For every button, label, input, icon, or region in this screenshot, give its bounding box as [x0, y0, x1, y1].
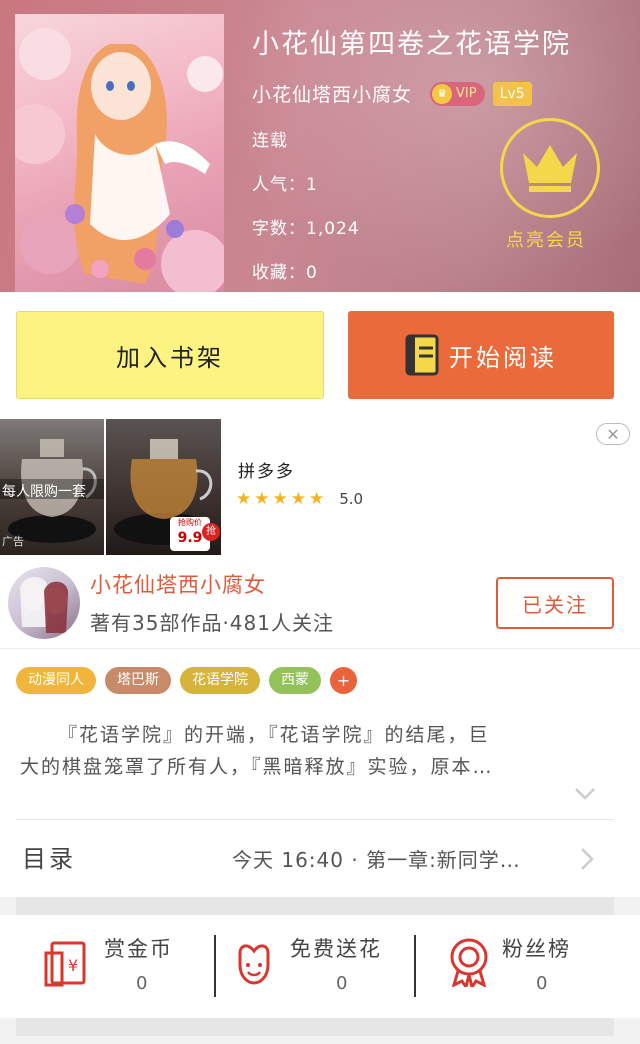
section-gap: [16, 1018, 614, 1036]
star-icon: ★: [236, 489, 252, 509]
synopsis-line: 『花语学院』的开端，『花语学院』的结尾，巨: [58, 724, 490, 746]
book-status: 连载: [252, 131, 288, 151]
author-card: 小花仙塔西小腐女 著有35部作品·481人关注 已关注 动漫同人 塔巴斯 花语学…: [0, 557, 640, 897]
tag-item[interactable]: 花语学院: [180, 667, 260, 694]
vip-badge: ♛ VIP: [430, 81, 485, 106]
star-icon: ★: [290, 489, 306, 509]
ad-image-1-sub: 广告: [2, 535, 24, 548]
stat-label: 粉丝榜: [502, 937, 571, 961]
star-icon: ★: [254, 489, 270, 509]
book-icon: [405, 334, 439, 376]
close-icon: ✕: [606, 424, 620, 444]
stat-value: 0: [536, 973, 548, 994]
divider: [16, 819, 614, 820]
level-badge: Lv5: [492, 81, 532, 106]
stat-label: 赏金币: [104, 937, 173, 961]
vip-crown-icon: ♛: [432, 83, 453, 104]
book-favorites: 收藏：0: [252, 263, 318, 283]
start-reading-label: 开始阅读: [449, 343, 557, 372]
action-row: 加入书架 开始阅读: [0, 292, 640, 417]
author-name[interactable]: 小花仙塔西小腐女: [252, 80, 412, 107]
support-bar: ¥ 赏金币 0 免费送花 0 粉丝榜 0: [0, 915, 640, 1018]
stat-value: 0: [136, 973, 148, 994]
ad-image-teapot-2[interactable]: 抢购价 9.9 抢: [106, 419, 221, 555]
medal-icon: [450, 938, 488, 987]
book-word-count: 字数：1,024: [252, 219, 360, 239]
membership-button[interactable]: [500, 118, 600, 218]
synopsis[interactable]: 『花语学院』的开端，『花语学院』的结尾，巨 大的棋盘笼罩了所有人，『黑暗释放』实…: [20, 719, 600, 783]
synopsis-line: 大的棋盘笼罩了所有人，『黑暗释放』实验，原本…: [20, 756, 494, 778]
membership-label[interactable]: 点亮会员: [506, 226, 586, 252]
ad-grab-badge: 抢: [202, 523, 220, 541]
add-tag-button[interactable]: +: [330, 667, 357, 694]
book-header: 小花仙第四卷之花语学院 小花仙塔西小腐女 ♛ VIP Lv5 连载 人气：1 字…: [0, 0, 640, 292]
ad-image-teapot-1[interactable]: 每人限购一套 广告: [0, 419, 104, 555]
toc-latest-chapter[interactable]: 今天 16:40 · 第一章:新同学…: [232, 844, 566, 873]
book-popularity: 人气：1: [252, 175, 318, 195]
author-line: 小花仙塔西小腐女 ♛ VIP Lv5: [252, 80, 532, 107]
crown-icon: [523, 145, 577, 192]
free-flower-item[interactable]: 免费送花 0: [216, 915, 414, 1018]
ad-advertiser-name[interactable]: 拼多多: [238, 457, 295, 482]
toc-label[interactable]: 目录: [22, 839, 76, 874]
avatar-image: [20, 577, 69, 633]
ad-banner[interactable]: 每人限购一套 广告 抢购价 9.9 抢 拼多多 ★ ★ ★ ★ ★ 5.0 ✕: [0, 417, 640, 557]
tag-item[interactable]: 西蒙: [269, 667, 321, 694]
stat-value: 0: [336, 973, 348, 994]
star-icon: ★: [272, 489, 288, 509]
svg-text:¥: ¥: [68, 956, 78, 975]
follow-button[interactable]: 已关注: [496, 577, 614, 629]
star-icon: ★: [309, 489, 325, 509]
ad-close-button[interactable]: ✕: [596, 423, 630, 445]
ad-image-1-text: 每人限购一套: [2, 484, 86, 500]
cover-illustration: [15, 28, 224, 292]
stat-label: 免费送花: [290, 937, 382, 961]
chevron-down-icon[interactable]: [574, 787, 596, 801]
fan-ranking-item[interactable]: 粉丝榜 0: [416, 915, 640, 1018]
tag-item[interactable]: 动漫同人: [16, 667, 96, 694]
red-envelope-icon: ¥: [44, 941, 86, 987]
tag-list: 动漫同人 塔巴斯 花语学院 西蒙 +: [16, 667, 357, 694]
chevron-right-icon[interactable]: [580, 847, 594, 871]
divider: [0, 648, 640, 649]
section-gap: [16, 897, 614, 915]
avatar[interactable]: [8, 567, 80, 639]
book-title: 小花仙第四卷之花语学院: [252, 29, 571, 60]
author-card-stats: 著有35部作品·481人关注: [90, 611, 334, 635]
tag-item[interactable]: 塔巴斯: [105, 667, 171, 694]
add-to-shelf-button[interactable]: 加入书架: [16, 311, 324, 399]
start-reading-button[interactable]: 开始阅读: [348, 311, 614, 399]
ad-rating: ★ ★ ★ ★ ★ 5.0: [236, 489, 363, 509]
author-card-name[interactable]: 小花仙塔西小腐女: [90, 569, 266, 599]
flower-icon: [238, 944, 270, 985]
vip-label: VIP: [456, 86, 477, 101]
ad-rating-value: 5.0: [339, 490, 364, 508]
reward-coin-item[interactable]: ¥ 赏金币 0: [0, 915, 214, 1018]
book-cover[interactable]: [15, 14, 224, 292]
